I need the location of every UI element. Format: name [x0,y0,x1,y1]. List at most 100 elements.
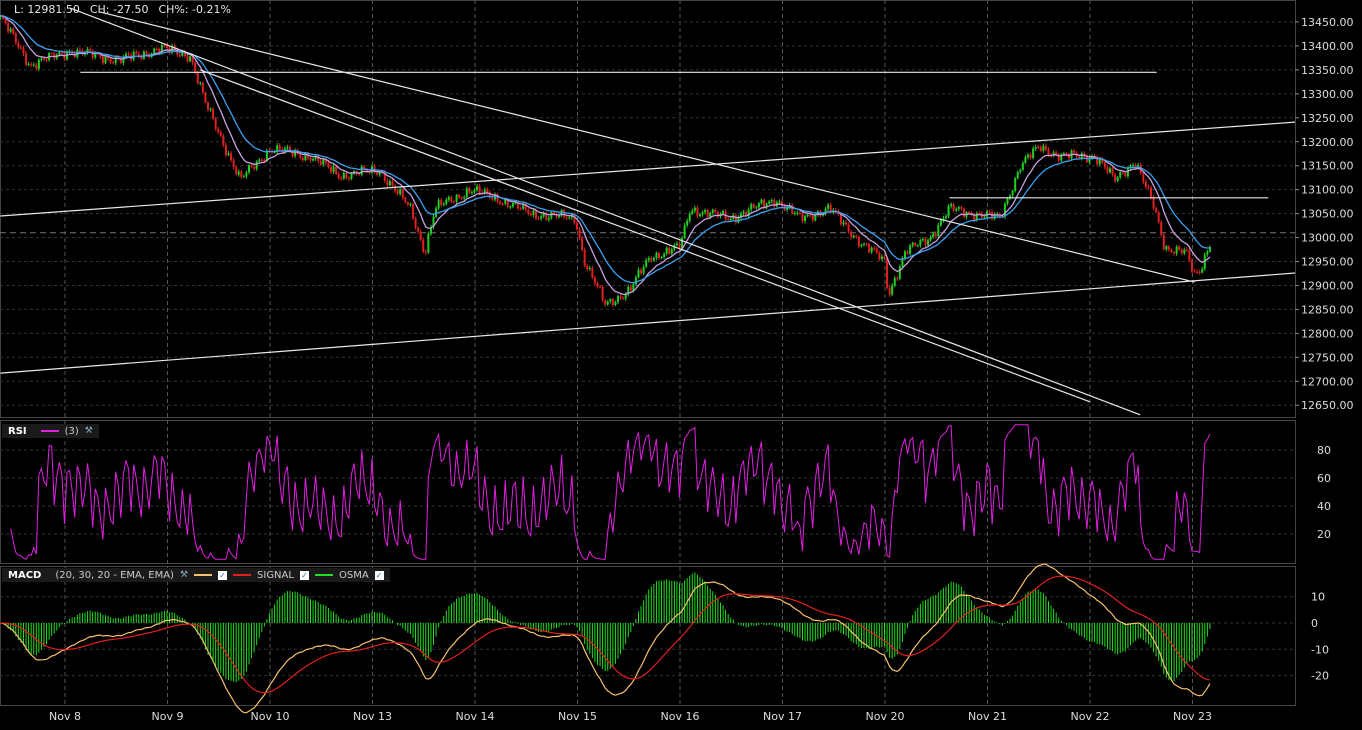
candle-body [237,171,240,175]
candle-body [1190,260,1193,272]
candle-body [1149,187,1152,198]
candle-body [455,194,458,202]
candle-body [1019,169,1022,172]
candle-body [347,177,350,179]
candle-body [880,256,883,260]
candle-body [322,159,325,165]
osma-checkbox[interactable]: ✓ [374,570,384,580]
y-tick-label: 13150.00 [1301,160,1354,173]
candle-body [360,166,363,175]
candle-body [222,135,225,146]
candle-body [89,49,92,51]
candle-body [437,200,440,209]
candle-body [476,186,479,191]
macd-swatch [194,574,213,576]
candle-body [706,210,709,217]
osma-label: OSMA [338,569,369,581]
candle-body [253,166,256,169]
candle-body [752,204,755,208]
y-tick-label: 12700.00 [1301,375,1354,388]
candle-body [637,269,640,278]
candle-body [960,207,963,209]
signal-label: SIGNAL [257,569,294,581]
candle-body [927,240,930,246]
candle-body [14,33,17,43]
candle-body [406,202,409,205]
candle-body [1155,208,1158,213]
candle-body [422,239,425,252]
candle-body [1124,172,1127,177]
candle-body [440,200,443,205]
candle-body [588,268,591,270]
candle-body [1142,173,1145,182]
candle-body [376,172,379,175]
candle-body [852,235,855,238]
candle-body [547,217,550,220]
candle-body [596,283,599,287]
signal-checkbox[interactable]: ✓ [299,570,309,580]
candle-body [540,216,543,219]
candle-body [399,189,402,194]
candle-body [1078,156,1081,159]
candle-body [911,242,914,246]
candle-body [301,157,304,161]
candle-body [232,160,235,168]
candle-body [1042,145,1045,151]
rsi-param: (3) [64,425,79,437]
candle-body [286,147,289,149]
candle-body [465,188,468,197]
y-tick-label: 12800.00 [1301,327,1354,340]
candle-body [804,216,807,221]
candle-body [850,231,853,238]
candle-body [604,300,607,305]
candle-body [235,167,238,175]
rsi-legend[interactable]: RSI (3) ⚒ [2,424,99,438]
wrench-icon[interactable]: ⚒ [85,426,93,436]
candle-body [929,237,932,241]
candle-body [640,269,643,274]
candle-body [463,196,466,199]
candle-body [760,199,763,204]
candle-body [532,210,535,216]
candle-body [127,54,130,56]
candle-body [683,225,686,239]
candle-body [1011,190,1014,196]
candle-body [857,236,860,247]
panel-2 [0,566,1296,706]
candle-body [417,227,420,232]
candle-body [896,278,899,280]
candle-body [1034,147,1037,149]
candle-body [827,204,830,209]
candle-body [332,166,335,172]
wrench-icon[interactable]: ⚒ [180,570,188,580]
candle-body [660,257,663,259]
candle-body [350,173,353,179]
candle-body [401,189,404,198]
candle-body [445,199,448,205]
candle-body [842,222,845,225]
candle-body [955,208,958,211]
x-tick-label: Nov 16 [661,710,700,723]
candle-body [1037,147,1040,149]
candle-body [750,204,753,210]
candle-body [460,197,463,199]
candle-body [722,211,725,214]
candle-body [729,218,732,220]
candle-body [657,252,660,259]
x-tick-label: Nov 17 [763,710,802,723]
candle-body [511,203,514,207]
candle-body [655,252,658,259]
candle-body [944,216,947,219]
candle-body [473,190,476,193]
candle-body [919,240,922,246]
macd-legend[interactable]: MACD (20, 30, 20 - EMA, EMA) ⚒ ✓ SIGNAL … [2,568,390,582]
candle-body [509,206,512,208]
candle-body [245,172,248,177]
candle-body [568,217,571,219]
macd-checkbox[interactable]: ✓ [218,570,228,580]
candle-body [921,238,924,241]
candle-body [1103,162,1106,168]
candle-body [230,153,233,161]
candle-body [937,225,940,237]
candle-body [583,249,586,267]
